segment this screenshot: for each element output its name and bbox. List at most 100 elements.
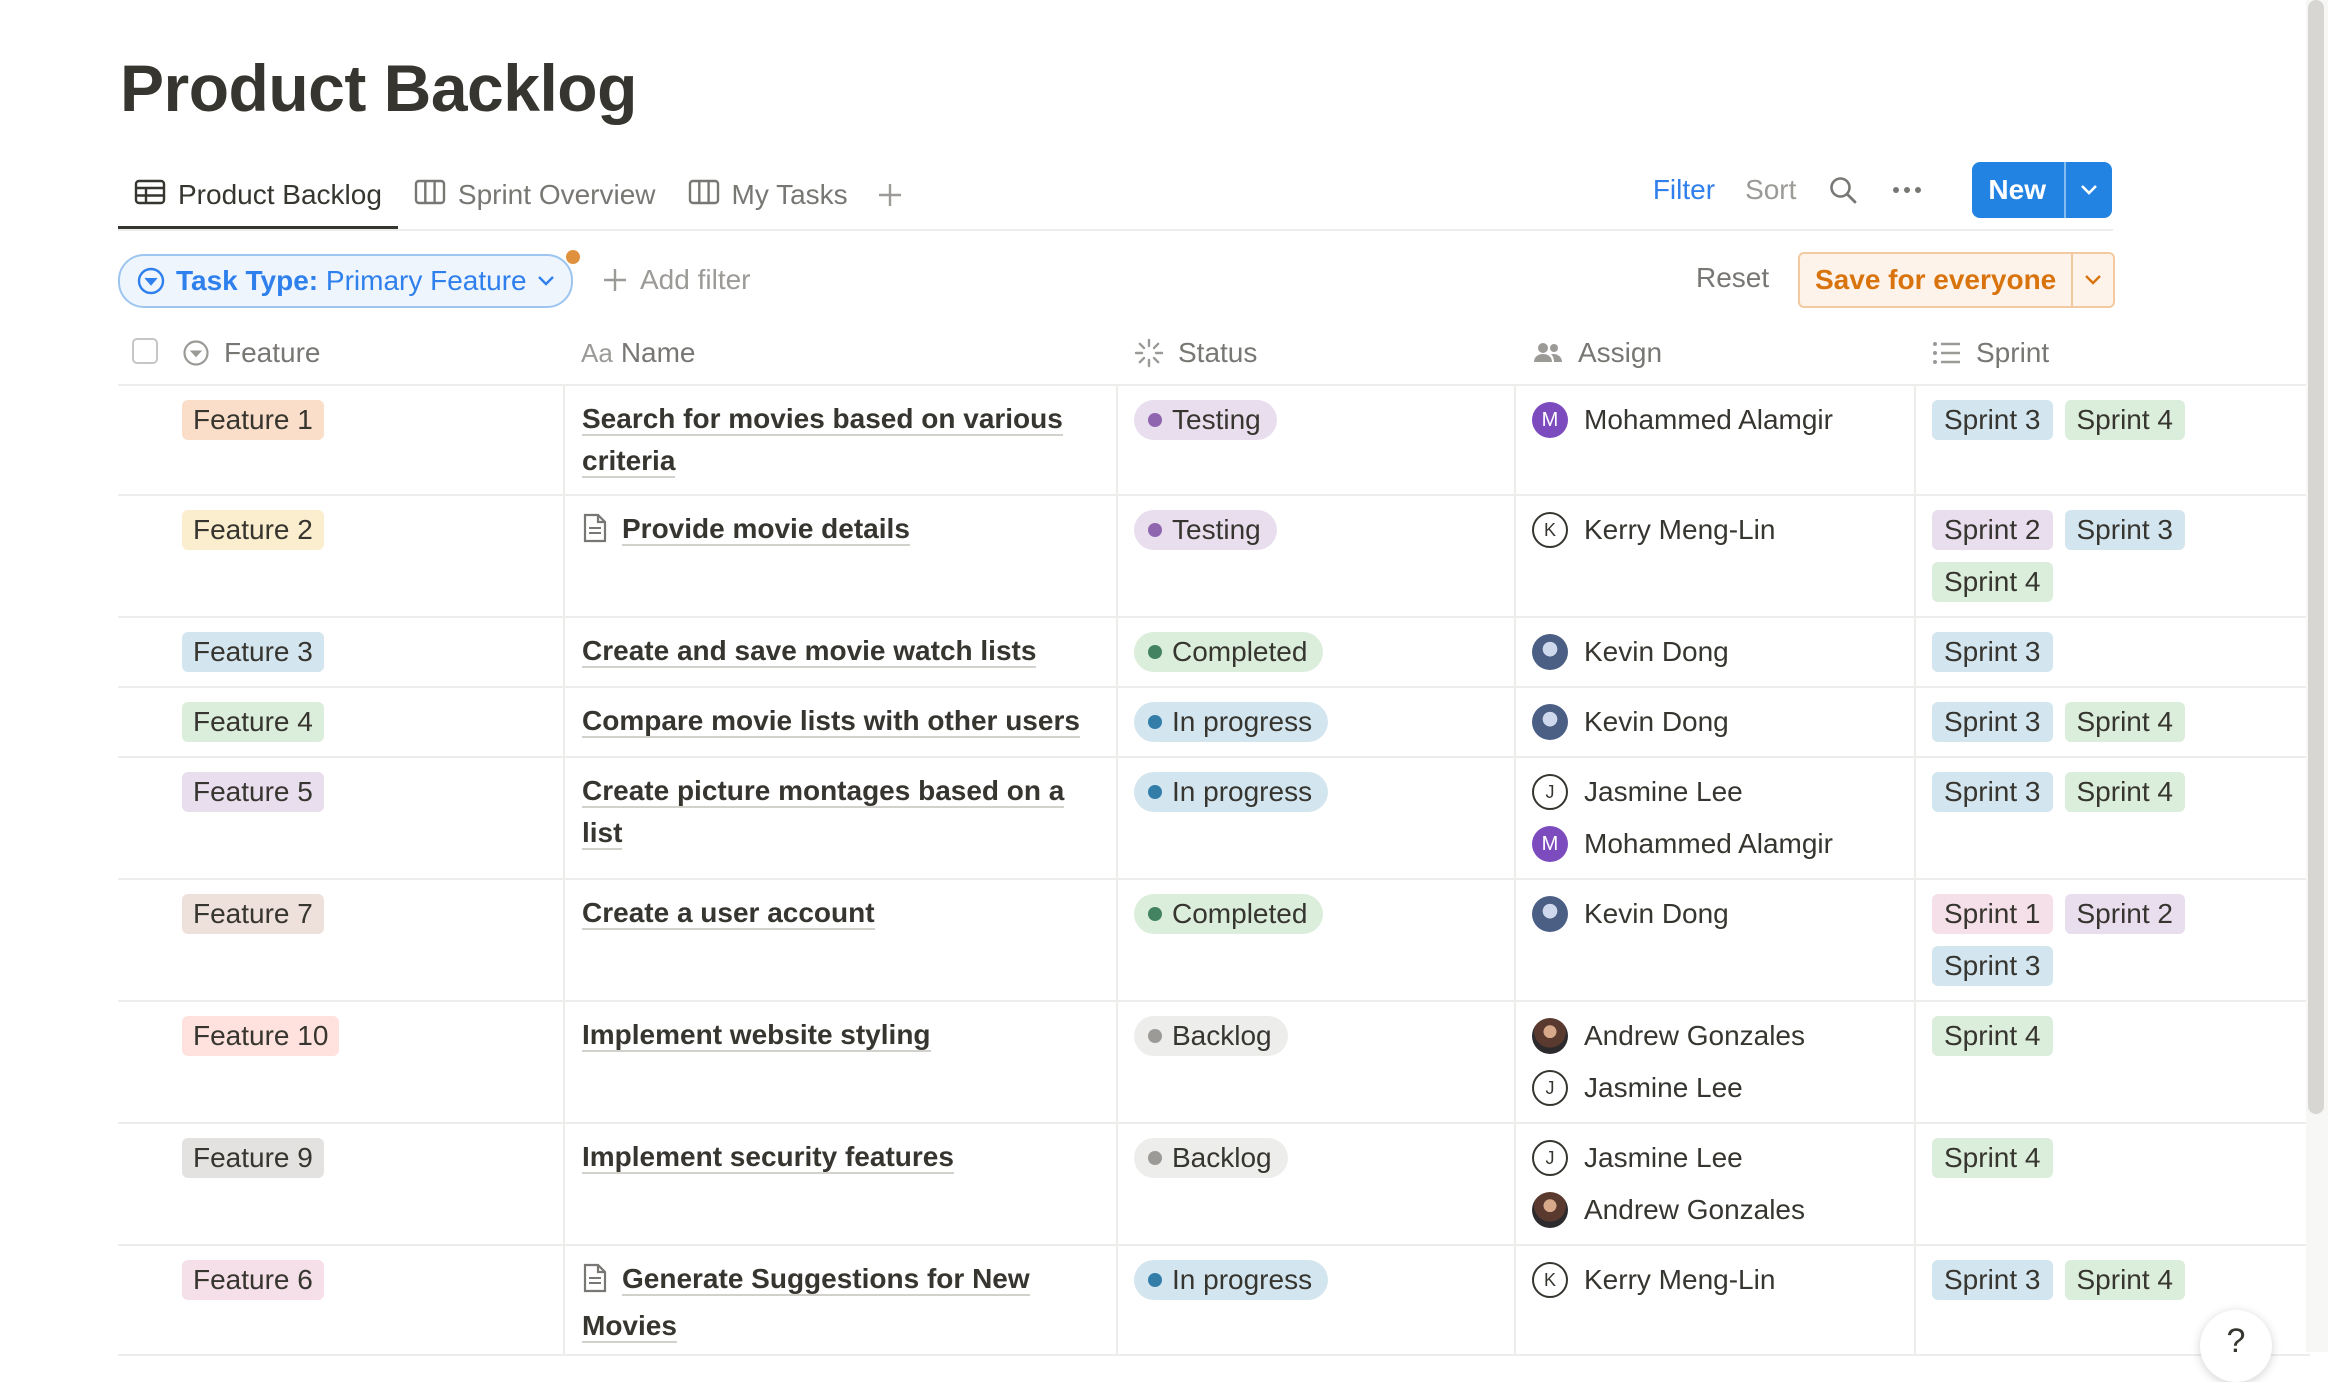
new-options-button[interactable]	[2064, 162, 2112, 218]
status-badge[interactable]: Completed	[1134, 632, 1324, 672]
sprint-tags[interactable]: Sprint 3 Sprint 4	[1932, 702, 2232, 742]
feature-tag[interactable]: Feature 9	[182, 1138, 324, 1178]
sprint-tag[interactable]: Sprint 4	[1932, 562, 2053, 602]
new-button[interactable]: New	[1972, 162, 2064, 218]
sprint-tags[interactable]: Sprint 4	[1932, 1016, 2232, 1056]
status-badge[interactable]: Backlog	[1134, 1138, 1288, 1178]
task-type-filter[interactable]: Task Type: Primary Feature	[118, 254, 573, 308]
assignee[interactable]: Andrew Gonzales	[1532, 1014, 1805, 1058]
assignees[interactable]: Andrew Gonzales J Jasmine Lee	[1532, 1014, 1805, 1118]
sprint-tags[interactable]: Sprint 3 Sprint 4	[1932, 1260, 2232, 1300]
status-badge[interactable]: Testing	[1134, 400, 1277, 440]
assignee[interactable]: K Kerry Meng-Lin	[1532, 508, 1775, 552]
add-filter-button[interactable]: Add filter	[602, 258, 751, 302]
sprint-tag[interactable]: Sprint 4	[2064, 772, 2185, 812]
assignees[interactable]: J Jasmine Lee M Mohammed Alamgir	[1532, 770, 1833, 874]
task-name-text[interactable]: Create a user account	[582, 897, 875, 930]
select-all-checkbox[interactable]	[132, 338, 158, 364]
sprint-tags[interactable]: Sprint 4	[1932, 1138, 2232, 1178]
assignee[interactable]: K Kerry Meng-Lin	[1532, 1258, 1775, 1302]
table-row[interactable]: Feature 4 Compare movie lists with other …	[118, 688, 2310, 758]
feature-tag[interactable]: Feature 2	[182, 510, 324, 550]
sprint-tag[interactable]: Sprint 4	[2064, 400, 2185, 440]
task-name[interactable]: Provide movie details	[582, 508, 1092, 555]
status-badge[interactable]: Testing	[1134, 510, 1277, 550]
assignee[interactable]: M Mohammed Alamgir	[1532, 822, 1833, 866]
more-options-icon[interactable]	[1890, 173, 1924, 207]
task-name[interactable]: Implement security features	[582, 1136, 1092, 1178]
assignees[interactable]: Kevin Dong	[1532, 630, 1729, 682]
task-name-text[interactable]: Create picture montages based on a list	[582, 775, 1065, 850]
feature-tag[interactable]: Feature 5	[182, 772, 324, 812]
table-row[interactable]: Feature 3 Create and save movie watch lis…	[118, 618, 2310, 688]
sprint-tag[interactable]: Sprint 3	[1932, 400, 2053, 440]
sprint-tag[interactable]: Sprint 2	[2064, 894, 2185, 934]
add-view-button[interactable]	[864, 160, 916, 230]
tab-sprint-overview[interactable]: Sprint Overview	[398, 160, 672, 230]
assignee[interactable]: M Mohammed Alamgir	[1532, 398, 1833, 442]
assignees[interactable]: K Kerry Meng-Lin	[1532, 508, 1775, 560]
sprint-tags[interactable]: Sprint 2 Sprint 3 Sprint 4	[1932, 510, 2232, 602]
save-for-everyone-button[interactable]: Save for everyone	[1800, 254, 2071, 306]
assignee[interactable]: Kevin Dong	[1532, 892, 1729, 936]
sprint-tag[interactable]: Sprint 3	[1932, 632, 2053, 672]
task-name-text[interactable]: Search for movies based on various crite…	[582, 403, 1063, 478]
assignee[interactable]: Kevin Dong	[1532, 700, 1729, 744]
tab-product-backlog[interactable]: Product Backlog	[118, 160, 398, 230]
table-row[interactable]: Feature 10 Implement website styling Backl…	[118, 1002, 2310, 1124]
status-badge[interactable]: In progress	[1134, 772, 1329, 812]
sprint-tags[interactable]: Sprint 3 Sprint 4	[1932, 400, 2232, 440]
assignee[interactable]: Andrew Gonzales	[1532, 1188, 1805, 1232]
task-name-text[interactable]: Create and save movie watch lists	[582, 635, 1037, 668]
task-name[interactable]: Compare movie lists with other users	[582, 700, 1092, 742]
sprint-tags[interactable]: Sprint 3 Sprint 4	[1932, 772, 2232, 812]
assignees[interactable]: K Kerry Meng-Lin	[1532, 1258, 1775, 1310]
sprint-tags[interactable]: Sprint 3	[1932, 632, 2232, 672]
feature-tag[interactable]: Feature 10	[182, 1016, 340, 1056]
assignee[interactable]: J Jasmine Lee	[1532, 1136, 1805, 1180]
table-row[interactable]: Feature 5 Create picture montages based o…	[118, 758, 2310, 880]
feature-tag[interactable]: Feature 6	[182, 1260, 324, 1300]
assignees[interactable]: Kevin Dong	[1532, 892, 1729, 944]
sprint-tag[interactable]: Sprint 2	[1932, 510, 2053, 550]
sprint-tag[interactable]: Sprint 3	[1932, 1260, 2053, 1300]
assignee[interactable]: Kevin Dong	[1532, 630, 1729, 674]
task-name-text[interactable]: Generate Suggestions for New Movies	[582, 1263, 1030, 1343]
task-name[interactable]: Generate Suggestions for New Movies	[582, 1258, 1092, 1347]
tab-my-tasks[interactable]: My Tasks	[672, 160, 864, 230]
table-row[interactable]: Feature 9 Implement security features Back…	[118, 1124, 2310, 1246]
search-icon[interactable]	[1826, 173, 1860, 207]
status-badge[interactable]: In progress	[1134, 1260, 1329, 1300]
assignee[interactable]: J Jasmine Lee	[1532, 1066, 1805, 1110]
reset-button[interactable]: Reset	[1696, 262, 1769, 294]
task-name[interactable]: Create and save movie watch lists	[582, 630, 1092, 672]
column-header-assign[interactable]: Assign	[1532, 322, 1662, 384]
column-header-status[interactable]: Status	[1134, 322, 1257, 384]
sprint-tags[interactable]: Sprint 1 Sprint 2 Sprint 3	[1932, 894, 2232, 986]
task-name[interactable]: Search for movies based on various crite…	[582, 398, 1092, 482]
feature-tag[interactable]: Feature 4	[182, 702, 324, 742]
sprint-tag[interactable]: Sprint 3	[1932, 772, 2053, 812]
scrollbar-thumb[interactable]	[2308, 0, 2324, 1114]
help-button[interactable]: ?	[2200, 1310, 2272, 1382]
status-badge[interactable]: In progress	[1134, 702, 1329, 742]
sprint-tag[interactable]: Sprint 4	[1932, 1016, 2053, 1056]
column-header-feature[interactable]: Feature	[182, 322, 321, 384]
table-row[interactable]: Feature 2 Provide movie details Testing K Ke…	[118, 496, 2310, 618]
status-badge[interactable]: Completed	[1134, 894, 1324, 934]
task-name[interactable]: Implement website styling	[582, 1014, 1092, 1056]
table-row[interactable]: Feature 7 Create a user account Completed K…	[118, 880, 2310, 1002]
sort-button[interactable]: Sort	[1745, 174, 1796, 206]
sprint-tag[interactable]: Sprint 3	[1932, 702, 2053, 742]
feature-tag[interactable]: Feature 1	[182, 400, 324, 440]
table-row[interactable]: Feature 1 Search for movies based on vari…	[118, 386, 2310, 496]
status-badge[interactable]: Backlog	[1134, 1016, 1288, 1056]
task-name-text[interactable]: Provide movie details	[622, 513, 910, 546]
column-header-name[interactable]: Aa Name	[581, 322, 696, 384]
table-row[interactable]: Feature 6 Generate Suggestions for New Mo…	[118, 1246, 2310, 1356]
task-name-text[interactable]: Implement website styling	[582, 1019, 931, 1052]
assignee[interactable]: J Jasmine Lee	[1532, 770, 1833, 814]
assignees[interactable]: J Jasmine Lee Andrew Gonzales	[1532, 1136, 1805, 1240]
assignees[interactable]: Kevin Dong	[1532, 700, 1729, 752]
sprint-tag[interactable]: Sprint 4	[2064, 1260, 2185, 1300]
